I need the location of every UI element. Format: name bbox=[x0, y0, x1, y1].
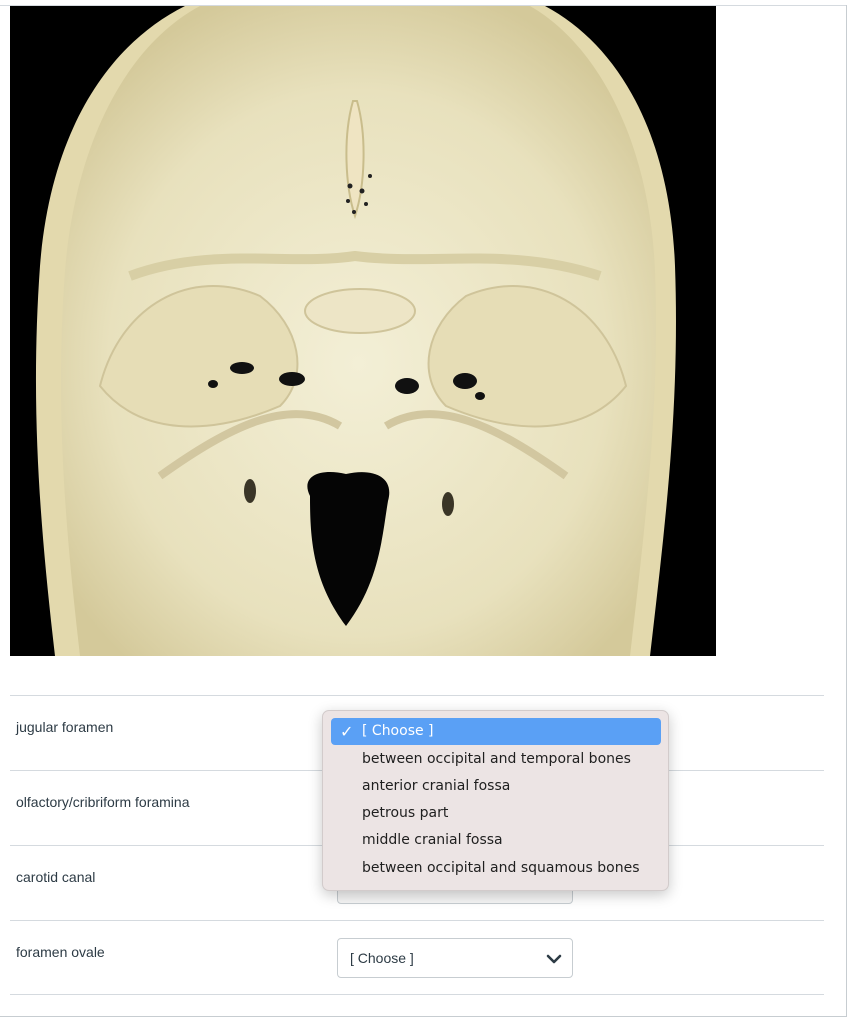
option-label: between occipital and squamous bones bbox=[362, 860, 640, 876]
option-label: [ Choose ] bbox=[362, 723, 434, 739]
question-label: jugular foramen bbox=[16, 719, 114, 735]
chevron-down-icon bbox=[546, 954, 562, 964]
question-label: carotid canal bbox=[16, 869, 96, 885]
dropdown-option[interactable]: middle cranial fossa bbox=[331, 827, 661, 854]
option-label: middle cranial fossa bbox=[362, 832, 503, 848]
dropdown-option[interactable]: between occipital and temporal bones bbox=[331, 746, 661, 773]
dropdown-option[interactable]: anterior cranial fossa bbox=[331, 773, 661, 800]
dropdown-option[interactable]: ✓ [ Choose ] bbox=[331, 718, 661, 745]
answer-select-foramen-ovale[interactable]: [ Choose ] bbox=[337, 938, 573, 978]
option-label: between occipital and temporal bones bbox=[362, 751, 631, 767]
select-value: [ Choose ] bbox=[350, 950, 414, 966]
option-label: anterior cranial fossa bbox=[362, 778, 511, 794]
dropdown-option[interactable]: petrous part bbox=[331, 800, 661, 827]
question-label: olfactory/cribriform foramina bbox=[16, 794, 190, 810]
answer-dropdown-menu: ✓ [ Choose ] between occipital and tempo… bbox=[322, 710, 669, 891]
question-row-foramen-ovale: foramen ovale [ Choose ] bbox=[10, 920, 824, 995]
checkmark-icon: ✓ bbox=[340, 722, 354, 741]
question-label: foramen ovale bbox=[16, 944, 105, 960]
dropdown-option[interactable]: between occipital and squamous bones bbox=[331, 855, 661, 882]
content-bottom-border bbox=[0, 1016, 847, 1017]
skull-base-photo bbox=[10, 6, 716, 656]
content-right-border bbox=[846, 5, 847, 1017]
option-label: petrous part bbox=[362, 805, 449, 821]
